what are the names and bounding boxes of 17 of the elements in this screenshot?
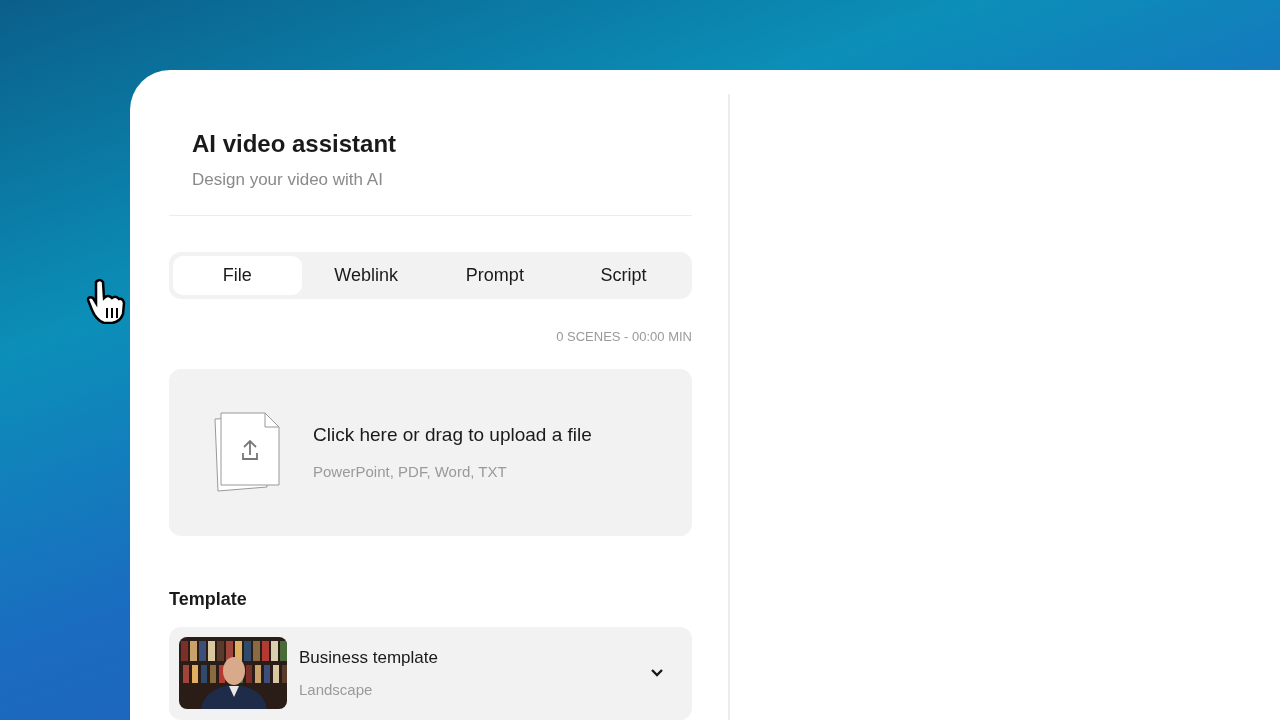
hand-cursor-icon [86,278,126,324]
tab[interactable]: Prompt [430,255,560,296]
panel-subtitle: Design your video with AI [192,169,384,191]
template-label: Template [169,587,248,611]
tab[interactable]: Weblink [301,255,431,296]
template-orientation: Landscape [299,679,374,700]
tab[interactable]: File [173,255,302,296]
upload-area[interactable]: Click here or drag to upload a file PowerPoint, PDF, Word, TXT [169,368,692,536]
tab[interactable]: Script [559,255,688,296]
panel-title: AI video assistant [192,129,398,159]
template-selector[interactable]: Business template Landscape [169,626,692,720]
file-upload-icon [213,411,281,494]
template-name: Business template [299,647,439,670]
upload-formats: PowerPoint, PDF, Word, TXT [313,462,508,483]
chevron-down-icon [650,668,664,679]
scene-summary: 0 SCENES - 00:00 MIN [556,328,692,347]
upload-title: Click here or drag to upload a file [313,422,592,447]
